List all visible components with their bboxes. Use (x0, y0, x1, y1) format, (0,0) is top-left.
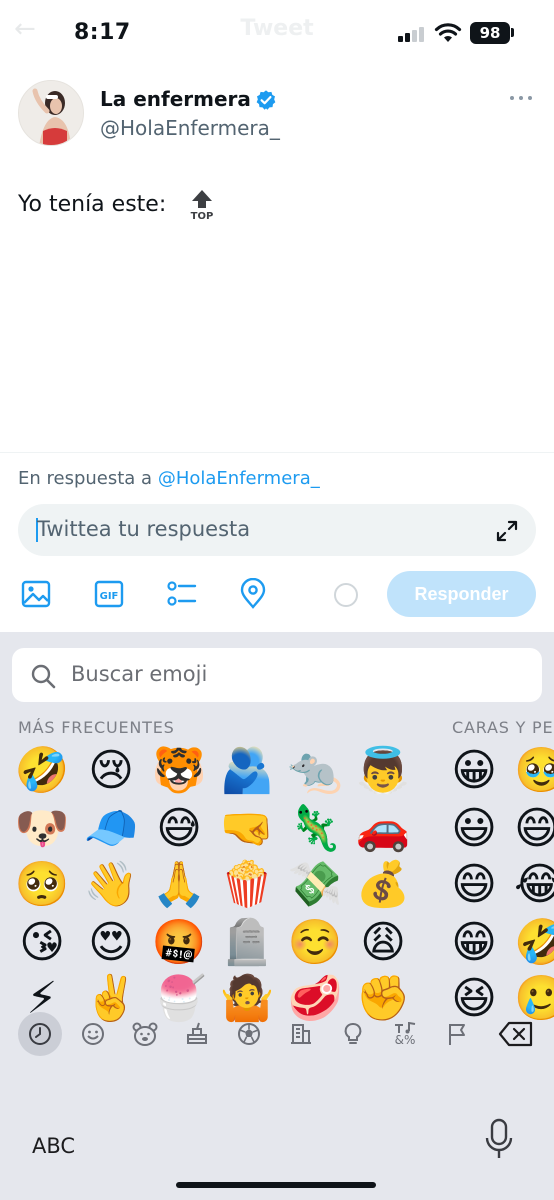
emoji-key[interactable]: 😀 (446, 743, 502, 799)
emoji-key[interactable]: 😂 (514, 857, 554, 913)
emoji-key[interactable]: 🥹 (514, 743, 554, 799)
emoji-key[interactable]: 🙏 (151, 857, 207, 913)
wifi-icon (434, 23, 462, 42)
in-reply-mention-link[interactable]: @HolaEnfermera_ (158, 468, 320, 489)
author-handle[interactable]: @HolaEnfermera_ (100, 116, 280, 140)
emoji-key[interactable]: 🥺 (14, 857, 70, 913)
image-icon[interactable] (20, 578, 52, 610)
emoji-key[interactable]: 🐶 (14, 801, 70, 857)
emoji-key[interactable]: 😄 (514, 801, 554, 857)
in-reply-prefix: En respuesta a (18, 468, 153, 489)
top-emoji-label: TOP (191, 211, 214, 222)
emoji-key[interactable]: 🦎 (287, 801, 343, 857)
emoji-key[interactable]: 💰 (355, 857, 411, 913)
divider (0, 452, 554, 453)
smileys-category-icon[interactable] (73, 1014, 113, 1054)
emoji-key[interactable]: 😘 (14, 915, 70, 971)
reply-input[interactable]: Twittea tu respuesta (18, 504, 536, 556)
battery-level: 98 (479, 24, 501, 42)
symbols-category-label: &% (394, 1033, 416, 1047)
gif-icon[interactable]: GIF (93, 578, 125, 610)
food-category-icon[interactable] (177, 1014, 217, 1054)
animals-category-icon[interactable] (125, 1014, 165, 1054)
battery-icon: 98 (470, 22, 510, 44)
emoji-key[interactable]: 🤜 (219, 801, 275, 857)
emoji-keyboard: Buscar emoji MÁS FRECUENTES CARAS Y PE 🤣… (0, 632, 554, 1200)
abc-key[interactable]: ABC (32, 1134, 75, 1158)
search-icon (31, 664, 56, 689)
poll-icon[interactable] (165, 578, 197, 610)
emoji-key[interactable]: 🤬 (151, 915, 207, 971)
emoji-search-placeholder: Buscar emoji (71, 662, 208, 686)
expand-icon[interactable] (496, 520, 518, 542)
emoji-key[interactable]: 🤣 (514, 915, 554, 971)
symbols-category-icon[interactable]: &% (385, 1014, 425, 1054)
emoji-key[interactable]: 😩 (355, 915, 411, 971)
tweet-text: Yo tenía este: (18, 192, 167, 217)
emoji-key[interactable]: 🐀 (287, 743, 343, 799)
home-indicator[interactable] (176, 1182, 376, 1188)
status-time: 8:17 (74, 20, 131, 45)
emoji-key[interactable]: 😁 (446, 915, 502, 971)
location-icon[interactable] (237, 578, 269, 610)
activity-category-icon[interactable] (229, 1014, 269, 1054)
emoji-search-input[interactable]: Buscar emoji (12, 648, 542, 702)
emoji-key[interactable]: 😃 (446, 801, 502, 857)
author-display-name[interactable]: La enfermera (100, 87, 251, 111)
reply-button[interactable]: Responder (387, 571, 536, 617)
reply-placeholder: Twittea tu respuesta (37, 517, 251, 541)
status-bar: ← Tweet 8:17 98 (0, 0, 554, 66)
emoji-key[interactable]: 😍 (83, 915, 139, 971)
emoji-key[interactable]: 🧢 (83, 801, 139, 857)
emoji-key[interactable]: 👋 (83, 857, 139, 913)
travel-category-icon[interactable] (281, 1014, 321, 1054)
top-arrow-emoji-icon: TOP (191, 190, 214, 222)
gif-label: GIF (100, 591, 119, 602)
emoji-key[interactable]: 🍿 (219, 857, 275, 913)
emoji-key[interactable]: 👼 (355, 743, 411, 799)
battery-tip (511, 28, 514, 37)
recent-category-icon[interactable] (18, 1012, 62, 1056)
emoji-key[interactable]: 😢 (83, 743, 139, 799)
emoji-key[interactable]: 🚗 (355, 801, 411, 857)
emoji-key[interactable]: 🤣 (14, 743, 70, 799)
flags-category-icon[interactable] (437, 1014, 477, 1054)
emoji-key[interactable]: 🐯 (151, 743, 207, 799)
section-faces-label: CARAS Y PE (452, 718, 554, 737)
emoji-key[interactable]: ☺️ (287, 915, 343, 971)
emoji-key[interactable]: 😄 (446, 857, 502, 913)
verified-badge-icon (256, 90, 276, 110)
emoji-key[interactable]: 😅 (151, 801, 207, 857)
microphone-icon[interactable] (484, 1118, 514, 1162)
emoji-key[interactable]: 💸 (287, 857, 343, 913)
backspace-icon[interactable] (496, 1014, 536, 1054)
emoji-key[interactable]: 🪦 (219, 915, 275, 971)
emoji-category-bar: &% (0, 1006, 554, 1062)
character-count-icon (334, 583, 358, 607)
more-options-icon[interactable] (510, 96, 532, 102)
objects-category-icon[interactable] (333, 1014, 373, 1054)
cellular-signal-icon (398, 26, 424, 42)
section-frequent-label: MÁS FRECUENTES (18, 718, 175, 737)
avatar[interactable] (18, 80, 84, 146)
in-reply-to: En respuesta a @HolaEnfermera_ (18, 468, 320, 489)
emoji-key[interactable]: 🫂 (219, 743, 275, 799)
